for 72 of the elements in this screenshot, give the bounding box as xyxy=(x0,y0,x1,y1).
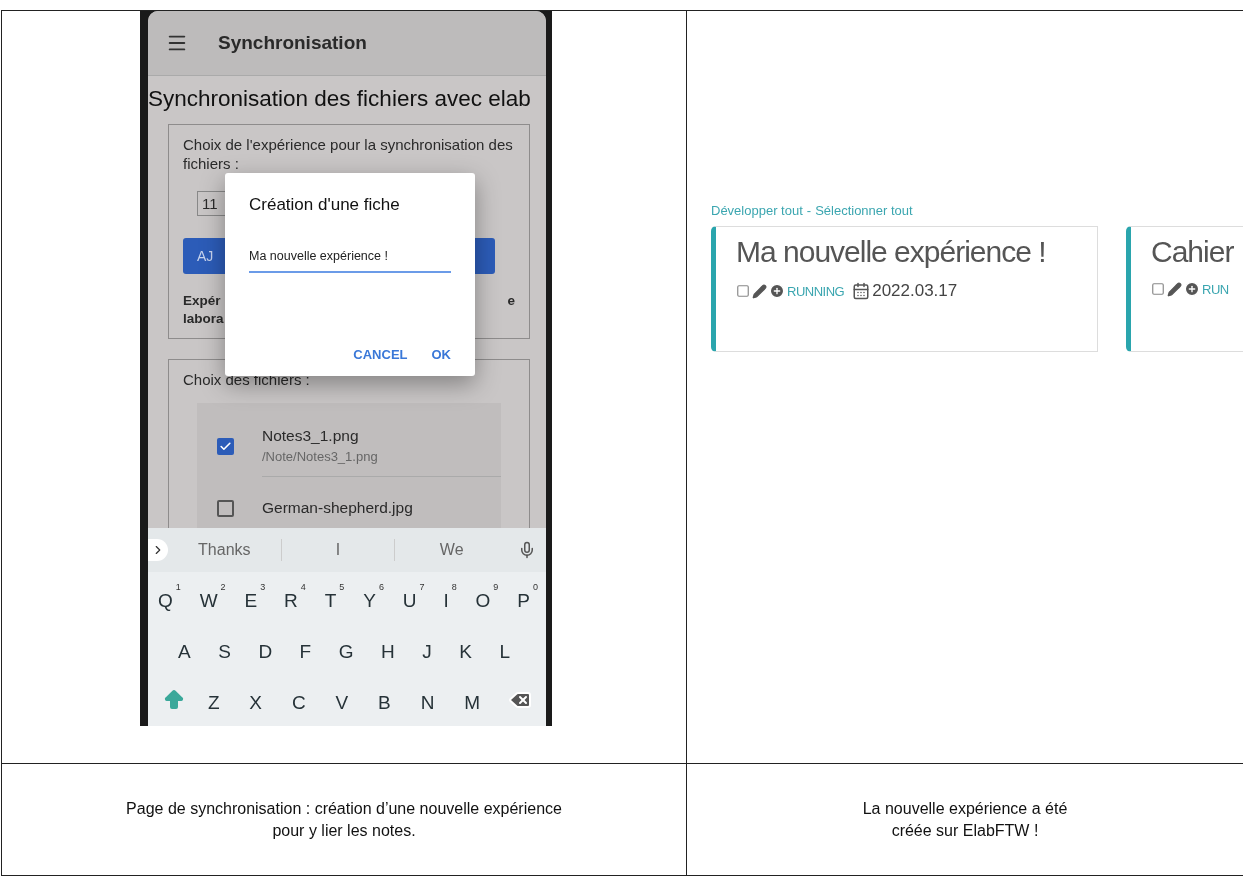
keyboard-key[interactable]: R 4 xyxy=(282,581,306,614)
experiment-title: Cahier xyxy=(1151,235,1235,269)
dialog-button[interactable]: CANCEL xyxy=(353,347,408,362)
caption: La nouvelle expérience a été créée sur ElabFTW ! xyxy=(861,798,1069,841)
key-hint: 6 xyxy=(378,581,384,592)
checkbox-icon[interactable] xyxy=(736,284,750,298)
key-hint: 3 xyxy=(260,581,266,592)
name-input[interactable]: Ma nouvelle expérience ! xyxy=(249,249,451,273)
experiment-title: Ma nouvelle expérience ! xyxy=(736,235,1047,269)
keyboard-key[interactable]: O 9 xyxy=(473,581,499,614)
keyboard-key[interactable]: M xyxy=(462,684,489,717)
file-name: Notes3_1.png xyxy=(262,427,360,445)
pencil-icon[interactable] xyxy=(1167,281,1182,297)
keyboard-key[interactable]: C xyxy=(289,684,314,717)
status-label: RUN xyxy=(1202,281,1229,297)
key-hint: 5 xyxy=(339,581,345,592)
keyboard-key[interactable]: P 0 xyxy=(515,581,538,614)
keyboard-key[interactable]: D xyxy=(256,633,281,665)
key-hint: 7 xyxy=(419,581,425,592)
keyboard-key[interactable]: Y 6 xyxy=(361,581,384,614)
status-label: RUNNING xyxy=(787,283,845,299)
keyboard-key[interactable]: Q 1 xyxy=(156,581,181,614)
key-hint: 2 xyxy=(220,581,226,592)
keyboard-key[interactable]: N xyxy=(418,684,443,717)
checkbox-icon[interactable] xyxy=(1151,282,1165,296)
keyboard-key[interactable]: U 7 xyxy=(400,581,425,614)
experiment-card[interactable]: Cahier RUN xyxy=(1126,226,1243,352)
key-hint: 1 xyxy=(175,581,181,592)
keyboard-key[interactable]: V xyxy=(333,684,357,717)
keyboard-key[interactable]: F xyxy=(297,633,320,665)
experience-info: Expér labora xyxy=(183,292,224,328)
experiment-card[interactable]: Ma nouvelle expérience ! RUNNING 2022.03.17 xyxy=(711,226,1098,352)
keyboard-key[interactable]: E 3 xyxy=(242,581,266,614)
keyboard-key[interactable]: A xyxy=(176,633,199,665)
key-hint: 9 xyxy=(493,581,499,592)
plus-circle-icon[interactable] xyxy=(769,283,785,299)
keyboard-key[interactable]: L xyxy=(497,633,518,665)
experiment-date: 2022.03.17 xyxy=(872,281,958,301)
dialog-button[interactable]: OK xyxy=(431,347,451,362)
file-checkbox[interactable] xyxy=(217,437,234,455)
keyboard-key[interactable]: J xyxy=(420,633,440,665)
app-bar-title: Synchronisation xyxy=(218,32,367,54)
keyboard-key[interactable]: G xyxy=(336,633,362,665)
caption: Page de synchronisation : création d’une nouvelle expérience pour y lier les notes. xyxy=(125,798,563,841)
suggestion[interactable]: Thanks xyxy=(168,540,281,560)
keyboard-key[interactable]: I 8 xyxy=(441,581,457,614)
file-checkbox[interactable] xyxy=(217,499,234,517)
keyboard-key[interactable]: W 2 xyxy=(197,581,226,614)
suggestion[interactable]: I xyxy=(281,540,395,560)
experience-info-tail: e xyxy=(507,292,515,310)
pencil-icon[interactable] xyxy=(752,283,767,299)
page-title: Synchronisation des fichiers avec elab xyxy=(148,86,532,112)
key-hint: 0 xyxy=(532,581,538,592)
plus-circle-icon[interactable] xyxy=(1184,281,1200,297)
file-path: /Note/Notes3_1.png xyxy=(262,449,379,464)
keyboard-key[interactable]: T 5 xyxy=(322,581,345,614)
key-hint: 8 xyxy=(451,581,457,592)
link-separator: - xyxy=(806,203,812,218)
calendar-icon xyxy=(852,282,871,300)
keyboard-key[interactable]: S xyxy=(216,633,239,665)
expand-button[interactable] xyxy=(148,539,168,561)
key-hint: 4 xyxy=(300,581,306,592)
check-icon xyxy=(219,439,232,453)
keyboard-key[interactable]: H xyxy=(379,633,403,665)
file-name: German-shepherd.jpg xyxy=(262,498,414,517)
keyboard-key[interactable]: B xyxy=(376,684,399,717)
dialog-title: Création d'une fiche xyxy=(249,195,401,215)
suggestion[interactable]: We xyxy=(395,540,508,560)
keyboard-key[interactable]: X xyxy=(247,684,271,717)
keyboard-key[interactable]: K xyxy=(457,633,480,665)
section-label: Choix de l'expérience pour la synchronisation des fichiers : xyxy=(183,135,514,173)
keyboard-key[interactable]: Z xyxy=(205,684,228,717)
